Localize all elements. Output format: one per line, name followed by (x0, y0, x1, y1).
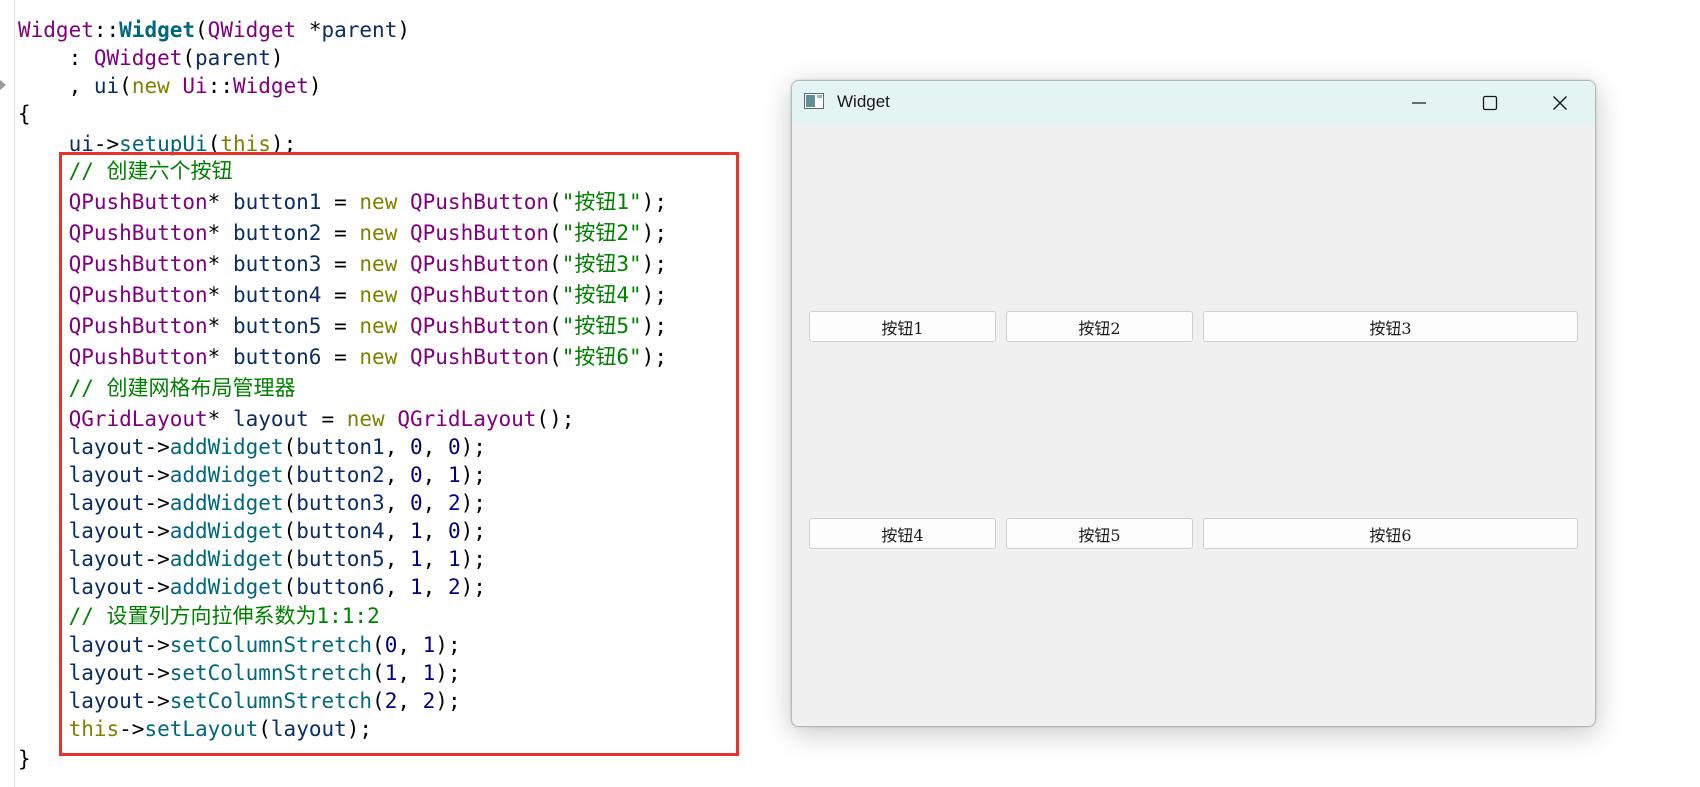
push-button-3[interactable]: 按钮3 (1203, 311, 1578, 342)
code-token: ) (308, 74, 322, 98)
close-icon (1553, 96, 1567, 110)
code-token: ( (182, 46, 196, 70)
code-line: } (18, 745, 31, 773)
code-token: Widget (18, 18, 94, 42)
code-token: Widget (233, 74, 309, 98)
push-button-1[interactable]: 按钮1 (809, 311, 996, 342)
maximize-icon (1482, 95, 1498, 111)
code-token: ) (270, 46, 284, 70)
qt-widget-window[interactable]: Widget 按钮1 按钮2 按钮3 按钮4 按钮5 按钮6 (791, 80, 1596, 727)
push-button-5[interactable]: 按钮5 (1006, 518, 1193, 549)
code-token: Ui (182, 74, 208, 98)
window-titlebar[interactable]: Widget (792, 81, 1595, 125)
code-token: { (18, 102, 31, 126)
code-token: : (18, 46, 94, 70)
code-token: } (18, 747, 31, 771)
fold-marker-icon[interactable] (0, 80, 6, 90)
code-line: : QWidget(parent) (18, 44, 284, 72)
push-button-2[interactable]: 按钮2 (1006, 311, 1193, 342)
highlight-annotation-box (59, 152, 739, 756)
code-token: QWidget (207, 18, 297, 42)
code-token: ( (119, 74, 132, 98)
code-token: ( (195, 18, 208, 42)
minimize-button[interactable] (1384, 81, 1454, 125)
code-token: ui (93, 74, 120, 98)
code-token: :: (93, 18, 120, 42)
code-token: * (296, 18, 322, 42)
push-button-4[interactable]: 按钮4 (809, 518, 996, 549)
close-button[interactable] (1525, 81, 1595, 125)
window-title: Widget (837, 92, 890, 111)
maximize-button[interactable] (1455, 81, 1525, 125)
window-content-grid: 按钮1 按钮2 按钮3 按钮4 按钮5 按钮6 (792, 125, 1595, 726)
push-button-6[interactable]: 按钮6 (1203, 518, 1578, 549)
window-app-icon (804, 93, 824, 109)
code-token: parent (321, 18, 398, 42)
code-line: { (18, 100, 31, 128)
code-token: Widget (119, 18, 196, 42)
code-token: new (131, 74, 170, 98)
code-token: QWidget (93, 46, 183, 70)
gutter-divider (14, 0, 15, 787)
code-line: Widget::Widget(QWidget *parent) (18, 16, 410, 44)
code-token: :: (207, 74, 233, 98)
code-line: , ui(new Ui::Widget) (18, 72, 322, 100)
code-token: parent (195, 46, 271, 70)
code-token: ) (397, 18, 410, 42)
minimize-icon (1412, 102, 1426, 104)
code-token: , (18, 74, 94, 98)
